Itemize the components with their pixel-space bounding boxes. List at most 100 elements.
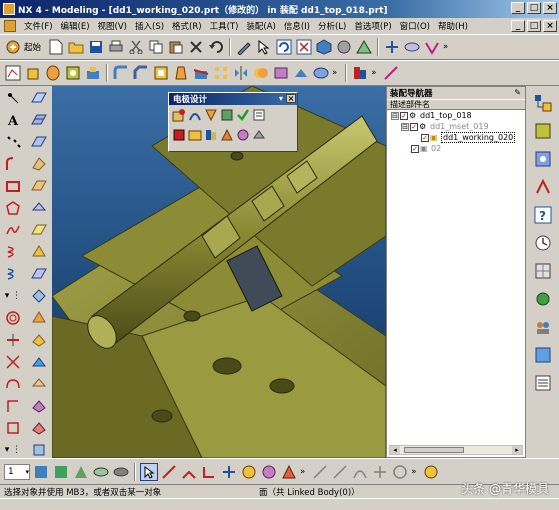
drafting-icon[interactable] [382,64,400,82]
unite-icon[interactable] [252,64,270,82]
system-materials-icon[interactable] [532,260,554,282]
undo-icon[interactable] [207,38,225,56]
start-icon[interactable] [4,38,22,56]
through-curves-icon[interactable] [28,132,50,152]
tree-node-working[interactable]: ✓ ▣ dd1_working_020 [387,132,525,143]
render-style-icon[interactable] [335,38,353,56]
select-arrow-icon[interactable] [140,462,158,481]
hole-icon[interactable] [64,64,82,82]
checkbox-checked-icon[interactable]: ✓ [421,133,429,142]
tree-node-02[interactable]: ✓ ▣ 02 [387,143,525,154]
line-icon-2[interactable] [331,463,349,481]
menu-preferences[interactable]: 首选项(P) [350,20,395,32]
menu-assembly[interactable]: 装配(A) [242,20,279,32]
surface-grid-icon[interactable] [28,110,50,130]
bridge-curve-icon[interactable] [2,374,24,394]
menu-edit[interactable]: 编辑(E) [57,20,94,32]
wrap-curve-icon[interactable] [2,418,24,438]
assembly-icon[interactable] [351,64,369,82]
tree-node-top[interactable]: ⊟ ✓ ⚙ dd1_top_018 [387,110,525,121]
electrode-icon-2[interactable] [188,107,202,123]
pin-icon[interactable]: ✎ [514,88,521,97]
electrode-icon-3[interactable] [204,107,218,123]
rectangle-icon[interactable] [2,176,24,196]
more-surfaces-icon[interactable]: ▾ ⋮ [2,440,24,460]
close-button[interactable]: × [543,2,557,14]
application-icon[interactable] [423,38,441,56]
view-orient-icon[interactable] [355,38,373,56]
extrude-icon[interactable] [24,64,42,82]
polygon-icon[interactable] [2,198,24,218]
sketch-icon[interactable] [4,64,22,82]
electrode-icon-12[interactable] [252,127,266,143]
checkbox-checked-icon[interactable]: ✓ [410,122,418,131]
curve-icon[interactable] [351,463,369,481]
text-icon[interactable]: A [2,110,24,130]
datum-plane-icon[interactable] [28,88,50,108]
column-header[interactable]: 描述部件名 [387,99,525,110]
maximize-button[interactable]: □ [527,2,541,14]
horizontal-scrollbar[interactable]: ◂ ▸ [389,445,523,455]
copy-icon[interactable] [147,38,165,56]
swept-icon[interactable] [28,154,50,174]
process-studio-icon[interactable] [532,288,554,310]
electrode-icon-10[interactable] [220,127,234,143]
arc-icon[interactable] [2,154,24,174]
point-set-icon[interactable] [2,132,24,152]
electrode-icon-1[interactable] [172,107,186,123]
more-curves-icon[interactable]: ▾ ⋮ [2,286,24,306]
quadrant-icon[interactable] [260,463,278,481]
collapse-icon[interactable]: ⊟ [401,122,409,131]
trim-body-icon[interactable] [192,64,210,82]
snap-icon-2[interactable] [52,463,70,481]
plus-icon[interactable] [371,463,389,481]
hd3d-icon[interactable] [532,176,554,198]
circle-point-icon[interactable] [391,463,409,481]
web-browser-icon[interactable] [532,372,554,394]
menu-view[interactable]: 视图(V) [94,20,131,32]
global-shaping-icon[interactable] [28,396,50,416]
electrode-icon-11[interactable] [236,127,250,143]
intersection-icon[interactable] [220,463,238,481]
endpoint-icon[interactable] [160,463,178,481]
doc-close-button[interactable]: × [543,20,557,32]
point-icon[interactable] [2,88,24,108]
system-scenes-icon[interactable] [532,344,554,366]
trimmed-sheet-icon[interactable] [28,242,50,262]
menu-help[interactable]: 帮助(H) [434,20,472,32]
tree-node-mset[interactable]: ⊟ ✓ ⚙ dd1_mset_019 [387,121,525,132]
offset-surface-icon[interactable] [28,352,50,372]
start-label[interactable]: 起始 [24,41,41,53]
menu-tools[interactable]: 工具(T) [206,20,243,32]
edit-object-icon[interactable] [235,38,253,56]
line-icon[interactable] [311,463,329,481]
thicken-icon[interactable] [312,64,330,82]
patch-icon[interactable] [28,286,50,306]
electrode-icon-9[interactable] [204,127,218,143]
scroll-thumb[interactable] [404,447,464,453]
layer-icon[interactable] [403,38,421,56]
history-icon[interactable] [532,232,554,254]
select-filter-icon[interactable] [255,38,273,56]
snap-icon-3[interactable] [72,463,90,481]
offset-face-icon[interactable] [292,64,310,82]
bottom-curve-icon[interactable] [28,440,50,460]
helix-icon[interactable] [2,242,24,262]
midpoint-icon[interactable] [180,463,198,481]
subtract-icon[interactable] [272,64,290,82]
electrode-icon-6[interactable] [252,107,266,123]
extension-icon[interactable] [28,308,50,328]
electrode-check-icon[interactable] [236,107,250,123]
spline-icon[interactable] [2,220,24,240]
new-file-icon[interactable] [47,38,65,56]
wcs-icon[interactable] [383,38,401,56]
electrode-design-toolbar[interactable]: 电极设计 ▾ × [168,92,298,152]
bounded-plane-icon[interactable] [28,220,50,240]
chamfer-icon[interactable] [132,64,150,82]
ruled-icon[interactable] [28,176,50,196]
menu-file[interactable]: 文件(F) [20,20,57,32]
toolbar-chevron-2[interactable]: » [332,68,337,78]
palette-close-button[interactable]: × [286,94,296,103]
shaded-view-icon[interactable] [315,38,333,56]
collapse-icon[interactable]: ⊟ [391,111,399,120]
